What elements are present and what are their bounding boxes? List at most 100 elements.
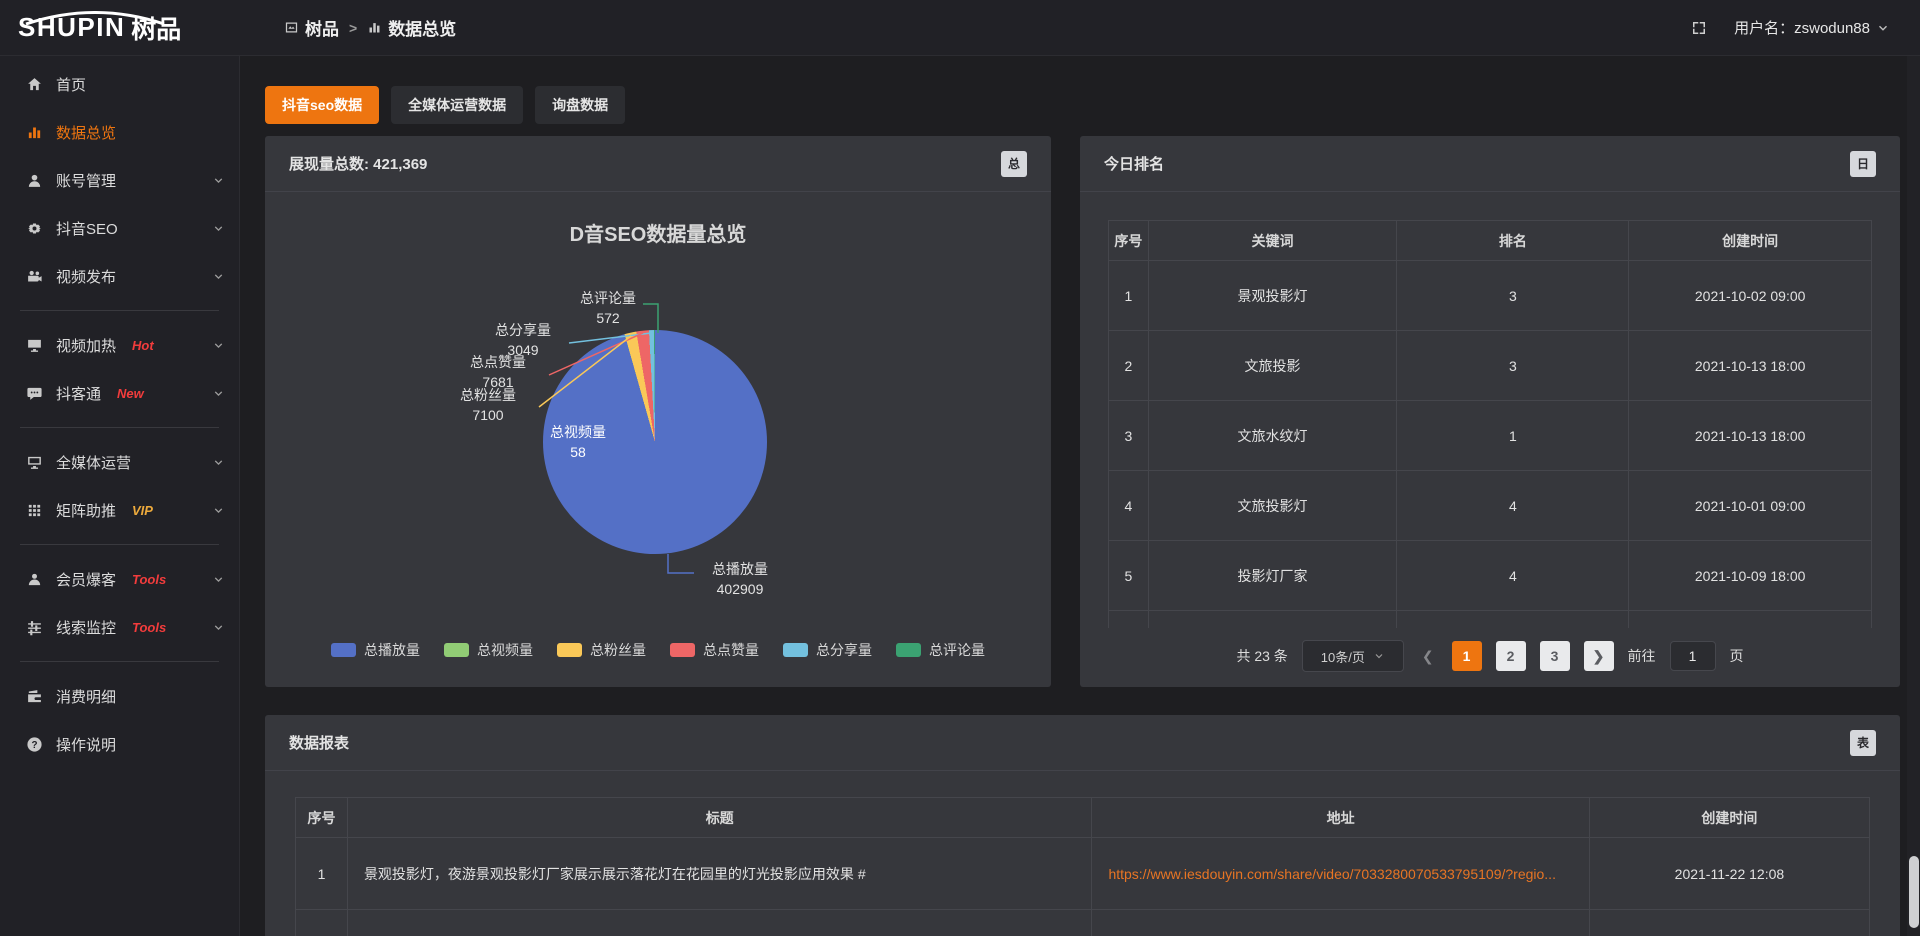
tools-badge: Tools (132, 620, 166, 635)
screen-icon (26, 337, 43, 354)
legend-item-shares[interactable]: 总分享量 (783, 640, 872, 660)
legend-item-videos[interactable]: 总视频量 (444, 640, 533, 660)
sidebar-item-label: 矩阵助推 (56, 500, 116, 521)
breadcrumb: 树品 > 数据总览 (284, 15, 456, 40)
page-button-3[interactable]: 3 (1540, 641, 1570, 671)
pie-label-videos: 总视频量58 (523, 422, 633, 462)
app-logo: SHUPIN 树品 (0, 10, 240, 46)
page-button-2[interactable]: 2 (1496, 641, 1526, 671)
sidebar-item-label: 视频发布 (56, 266, 116, 287)
breadcrumb-item-data-overview[interactable]: 数据总览 (367, 15, 456, 40)
sidebar-item-label: 抖客通 (56, 383, 101, 404)
sidebar-item-douyin-seo[interactable]: 抖音SEO (0, 204, 239, 252)
report-card: 数据报表 表 序号 标题 地址 创建时间 1 景观投影灯，夜游景观投影灯 (265, 715, 1900, 936)
legend-item-likes[interactable]: 总点赞量 (670, 640, 759, 660)
legend-swatch (896, 643, 921, 657)
col-title: 标题 (347, 798, 1092, 838)
chevron-down-icon (1876, 21, 1890, 35)
col-created: 创建时间 (1629, 221, 1872, 261)
grid-icon (26, 502, 43, 519)
table-row: 4文旅投影灯42021-10-01 09:00 (1109, 471, 1872, 541)
hot-badge: Hot (132, 338, 154, 353)
vip-badge: VIP (132, 503, 153, 518)
pie-label-fans: 总粉丝量7100 (433, 385, 543, 425)
total-badge-button[interactable]: 总 (1001, 151, 1027, 177)
col-url: 地址 (1092, 798, 1589, 838)
table-row: 2文旅投影32021-10-13 18:00 (1109, 331, 1872, 401)
col-keyword: 关键词 (1148, 221, 1397, 261)
sidebar: 首页 数据总览 账号管理 抖音SEO 视频发布 视频加热 Hot 抖客通 New… (0, 56, 240, 936)
tab-inquiry[interactable]: 询盘数据 (535, 86, 625, 124)
breadcrumb-separator: > (349, 20, 357, 36)
home-icon (26, 76, 43, 93)
overview-card: 展现量总数: 421,369 总 D音SEO数据量总览 总评论量572 总分享量… (265, 136, 1051, 687)
sidebar-item-media-operation[interactable]: 全媒体运营 (0, 438, 239, 486)
username-label: 用户名：zswodun88 (1734, 17, 1870, 38)
sidebar-item-label: 数据总览 (56, 122, 116, 143)
page-size-select[interactable]: 10条/页 (1302, 640, 1404, 672)
ranking-card-title: 今日排名 (1104, 153, 1164, 174)
scrollbar-thumb[interactable] (1909, 856, 1919, 928)
sidebar-item-label: 视频加热 (56, 335, 116, 356)
breadcrumb-label: 数据总览 (388, 15, 456, 40)
logo-arc (20, 11, 170, 25)
goto-page-input[interactable] (1670, 641, 1716, 671)
ranking-table: 序号 关键词 排名 创建时间 1景观投影灯32021-10-02 09:00 2… (1108, 220, 1872, 628)
table-header-row: 序号 关键词 排名 创建时间 (1109, 221, 1872, 261)
ranking-card: 今日排名 日 序号 关键词 排名 创建时间 1景观投影灯320 (1080, 136, 1900, 687)
sidebar-item-video-heat[interactable]: 视频加热 Hot (0, 321, 239, 369)
sidebar-item-home[interactable]: 首页 (0, 60, 239, 108)
legend-item-plays[interactable]: 总播放量 (331, 640, 420, 660)
sidebar-item-data-overview[interactable]: 数据总览 (0, 108, 239, 156)
tab-media-operation[interactable]: 全媒体运营数据 (391, 86, 523, 124)
legend-swatch (557, 643, 582, 657)
sidebar-item-instructions[interactable]: ? 操作说明 (0, 720, 239, 768)
chevron-down-icon (212, 621, 225, 634)
sidebar-item-account[interactable]: 账号管理 (0, 156, 239, 204)
fullscreen-button[interactable] (1690, 19, 1708, 37)
data-tabs: 抖音seo数据 全媒体运营数据 询盘数据 (265, 86, 1900, 124)
sidebar-item-lead-monitor[interactable]: 线索监控 Tools (0, 603, 239, 651)
chevron-down-icon (212, 387, 225, 400)
chevron-down-icon (212, 573, 225, 586)
sidebar-item-member-burst[interactable]: 会员爆客 Tools (0, 555, 239, 603)
prev-page-button[interactable]: ❮ (1418, 648, 1438, 665)
bar-chart-icon (26, 124, 43, 141)
legend-item-comments[interactable]: 总评论量 (896, 640, 985, 660)
chart-legend: 总播放量 总视频量 总粉丝量 总点赞量 总分享量 总评论量 (265, 640, 1051, 660)
user-menu[interactable]: 用户名：zswodun88 (1734, 17, 1890, 38)
help-icon: ? (26, 736, 43, 753)
legend-swatch (783, 643, 808, 657)
new-badge: New (117, 386, 144, 401)
chevron-down-icon (212, 456, 225, 469)
sidebar-divider (20, 661, 219, 662)
col-index: 序号 (296, 798, 348, 838)
sidebar-item-video-publish[interactable]: 视频发布 (0, 252, 239, 300)
gear-icon (26, 220, 43, 237)
table-row: 1景观投影灯32021-10-02 09:00 (1109, 261, 1872, 331)
legend-item-fans[interactable]: 总粉丝量 (557, 640, 646, 660)
scrollbar-track[interactable] (1907, 56, 1920, 936)
sidebar-item-douketong[interactable]: 抖客通 New (0, 369, 239, 417)
report-table: 序号 标题 地址 创建时间 1 景观投影灯，夜游景观投影灯厂家展示展示落花灯在花… (295, 797, 1870, 936)
sidebar-item-spending-detail[interactable]: 消费明细 (0, 672, 239, 720)
monitor-icon (26, 454, 43, 471)
breadcrumb-item-shupin[interactable]: 树品 (284, 15, 339, 40)
page-button-1[interactable]: 1 (1452, 641, 1482, 671)
table-badge-button[interactable]: 表 (1850, 730, 1876, 756)
sidebar-item-label: 操作说明 (56, 734, 116, 755)
day-badge-button[interactable]: 日 (1850, 151, 1876, 177)
tools-badge: Tools (132, 572, 166, 587)
table-header-row: 序号 标题 地址 创建时间 (296, 798, 1870, 838)
next-page-button[interactable]: ❯ (1584, 641, 1614, 671)
chevron-down-icon (212, 222, 225, 235)
svg-text:?: ? (31, 740, 37, 751)
legend-swatch (670, 643, 695, 657)
sidebar-item-matrix-boost[interactable]: 矩阵助推 VIP (0, 486, 239, 534)
top-bar: SHUPIN 树品 树品 > 数据总览 用户名：zswodun88 (0, 0, 1920, 56)
tab-douyin-seo[interactable]: 抖音seo数据 (265, 86, 379, 124)
table-row: 1 景观投影灯，夜游景观投影灯厂家展示展示落花灯在花园里的灯光投影应用效果 # … (296, 838, 1870, 910)
video-camera-icon (26, 268, 43, 285)
fullscreen-icon (1690, 19, 1708, 37)
video-link[interactable]: https://www.iesdouyin.com/share/video/70… (1108, 866, 1556, 882)
